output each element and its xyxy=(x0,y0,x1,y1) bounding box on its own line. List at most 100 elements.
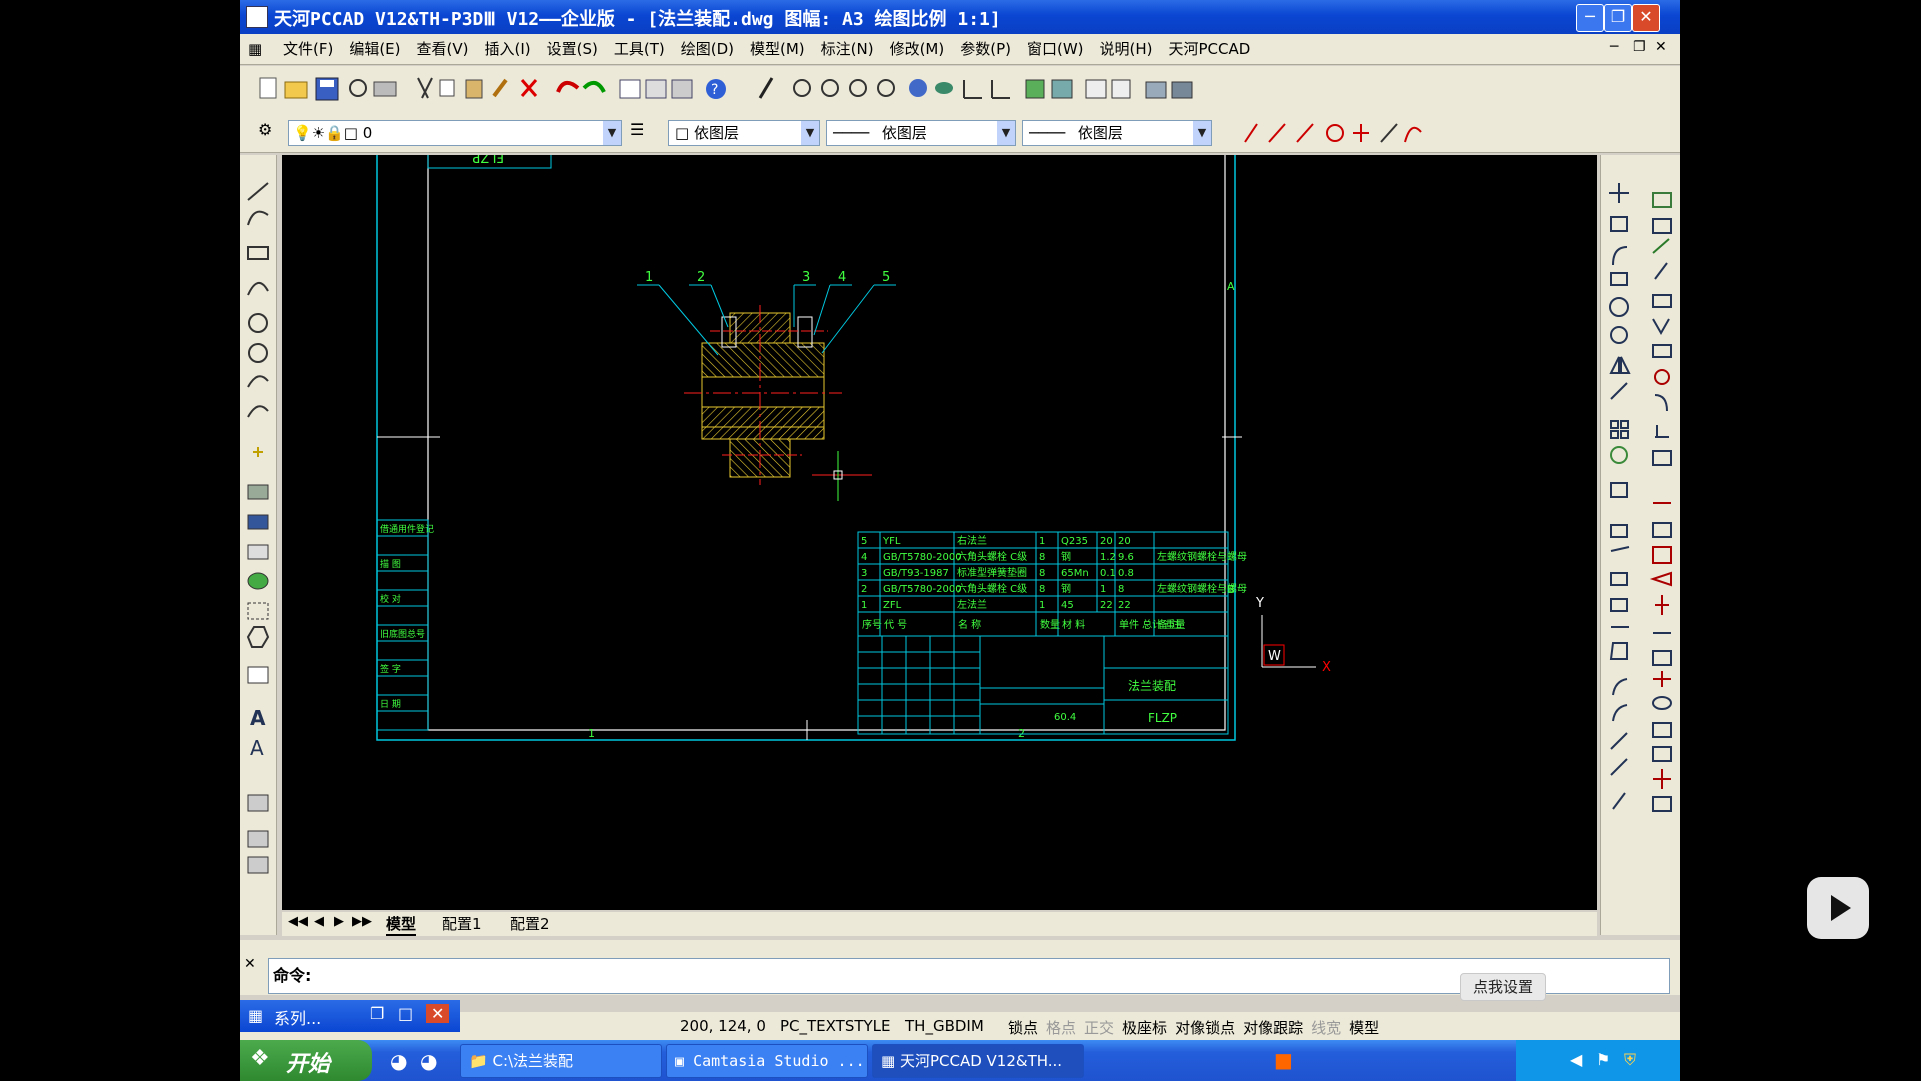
status-toggle-2[interactable]: 正交 xyxy=(1084,1019,1114,1037)
tooltip: 点我设置 xyxy=(1460,973,1546,1001)
status-toggle-7[interactable]: 模型 xyxy=(1349,1019,1379,1037)
menu-item-3[interactable]: 插入(I) xyxy=(476,34,538,63)
bom-cell: 标准型弹簧垫圈 xyxy=(957,566,1027,579)
minimize-button[interactable]: ─ xyxy=(1576,4,1604,32)
app-icon[interactable] xyxy=(246,6,268,28)
system-tray: ◀ ⚑ ⛨ xyxy=(1516,1040,1680,1081)
restore-button[interactable]: ❐ xyxy=(1604,4,1632,32)
task-explorer[interactable]: 📁 C:\法兰装配 xyxy=(460,1044,662,1078)
task-pccad[interactable]: ▦ 天河PCCAD V12&TH... xyxy=(872,1044,1084,1078)
tab-prev-icon[interactable]: ◀ xyxy=(314,914,324,929)
mini-app-icon: ▦ xyxy=(248,1006,264,1025)
status-toggle-5[interactable]: 对像跟踪 xyxy=(1243,1019,1303,1037)
mini-close-icon[interactable]: ✕ xyxy=(426,1004,450,1023)
status-toggle-6[interactable]: 线宽 xyxy=(1311,1019,1341,1037)
ie-icon[interactable]: ◕ xyxy=(390,1049,407,1073)
menu-item-4[interactable]: 设置(S) xyxy=(539,34,606,63)
bom-cell: 左螺纹钢螺栓与螺母 xyxy=(1157,582,1247,595)
tray-shield-icon[interactable]: ⛨ xyxy=(1624,1050,1636,1070)
draw-tools-icons[interactable] xyxy=(1235,116,1425,148)
properties-icon xyxy=(619,79,641,99)
layer-manager-icon[interactable]: ⚙ xyxy=(258,120,272,139)
menu-item-13[interactable]: 天河PCCAD xyxy=(1161,34,1259,63)
bom-cell: 4 xyxy=(861,552,867,563)
open-icon xyxy=(284,81,308,99)
menu-item-1[interactable]: 编辑(E) xyxy=(341,34,408,63)
quicklaunch-icon[interactable]: ◕ xyxy=(420,1049,437,1073)
bom-cell: 3 xyxy=(861,568,867,579)
lineweight-combo[interactable]: ──── 依图层 ▼ xyxy=(1022,120,1212,146)
sheet-border xyxy=(376,131,1236,741)
tab-next-icon[interactable]: ▶ xyxy=(334,914,344,929)
bom-cell: 钢 xyxy=(1061,550,1071,563)
bom-cell: 钢 xyxy=(1061,582,1071,595)
bom-cell: 1 xyxy=(861,600,867,611)
chevron-down-icon[interactable]: ▼ xyxy=(801,121,819,145)
menu-item-2[interactable]: 查看(V) xyxy=(409,34,477,63)
chevron-down-icon[interactable]: ▼ xyxy=(603,121,621,145)
mini-maximize-icon[interactable]: □ xyxy=(398,1004,413,1023)
bom-cell: 1.2 xyxy=(1100,552,1116,563)
coordinate-readout: 200, 124, 0 xyxy=(680,1017,766,1035)
bom-cell: ZFL xyxy=(883,600,902,611)
menu-item-12[interactable]: 说明(H) xyxy=(1092,34,1161,63)
standard-toolbar-icons[interactable]: ? xyxy=(240,66,1680,112)
viewport-icon xyxy=(1085,79,1107,99)
menu-item-8[interactable]: 标注(N) xyxy=(813,34,882,63)
doc-minimize-icon[interactable]: ─ xyxy=(1610,39,1618,55)
tab-layout2[interactable]: 配置2 xyxy=(510,913,550,934)
draw-toolbar: A A xyxy=(240,155,277,935)
color-combo[interactable]: □ 依图层 ▼ xyxy=(668,120,820,146)
modify-toolbar-icons[interactable] xyxy=(1601,155,1680,935)
ime-icon[interactable]: ■ xyxy=(1274,1048,1293,1072)
tab-model[interactable]: 模型 xyxy=(386,913,417,936)
chevron-down-icon[interactable]: ▼ xyxy=(1193,121,1211,145)
status-toggle-3[interactable]: 极座标 xyxy=(1122,1019,1167,1037)
tab-first-icon[interactable]: ◀◀ xyxy=(288,914,308,929)
doc-icon[interactable]: ▦ xyxy=(240,36,270,62)
minimized-window[interactable]: ▦ 系列... ❐ □ ✕ xyxy=(240,1000,460,1032)
status-toggle-0[interactable]: 锁点 xyxy=(1008,1019,1038,1037)
new-icon xyxy=(259,77,277,99)
chevron-down-icon[interactable]: ▼ xyxy=(997,121,1015,145)
drawing-svg[interactable]: FLZP1212AB借通用件登记描 图校 对旧底图总号签 字日 期123455Y… xyxy=(282,131,1597,910)
bom-cell: 2 xyxy=(861,584,867,595)
drawing-canvas[interactable]: FLZP1212AB借通用件登记描 图校 对旧底图总号签 字日 期123455Y… xyxy=(282,131,1597,910)
layer-combo[interactable]: 💡☀🔒□ 0 ▼ xyxy=(288,120,622,146)
undo-icon xyxy=(556,80,580,93)
shade-icon xyxy=(1025,79,1045,99)
menu-item-7[interactable]: 模型(M) xyxy=(742,34,813,63)
delete-icon xyxy=(520,79,538,97)
tray-arrow-icon[interactable]: ◀ xyxy=(1570,1050,1582,1069)
balloon-1: 2 xyxy=(697,270,705,285)
close-button[interactable]: ✕ xyxy=(1632,4,1660,32)
doc-close-icon[interactable]: ✕ xyxy=(1655,39,1667,55)
menu-item-6[interactable]: 绘图(D) xyxy=(673,34,742,63)
menu-item-9[interactable]: 修改(M) xyxy=(882,34,953,63)
task-camtasia[interactable]: ▣ Camtasia Studio ... xyxy=(666,1044,868,1078)
mini-restore-icon[interactable]: ❐ xyxy=(370,1004,384,1023)
tab-last-icon[interactable]: ▶▶ xyxy=(352,914,372,929)
status-toggle-1[interactable]: 格点 xyxy=(1046,1019,1076,1037)
left-stamp-3: 旧底图总号 xyxy=(380,628,425,640)
layer-previous-icon[interactable]: ☰ xyxy=(630,120,644,139)
command-close-icon[interactable]: ✕ xyxy=(244,956,256,972)
menu-item-10[interactable]: 参数(P) xyxy=(952,34,1019,63)
menu-item-5[interactable]: 工具(T) xyxy=(606,34,673,63)
standard-toolbar: ? xyxy=(240,66,1680,113)
linetype-combo[interactable]: ──── 依图层 ▼ xyxy=(826,120,1016,146)
status-toggle-4[interactable]: 对像锁点 xyxy=(1175,1019,1235,1037)
video-play-button[interactable] xyxy=(1807,877,1869,939)
orbit-icon xyxy=(909,79,927,97)
menu-item-0[interactable]: 文件(F) xyxy=(275,34,341,63)
lineweight-value: 依图层 xyxy=(1077,124,1123,142)
redo-icon xyxy=(582,80,606,93)
textstyle-readout: PC_TEXTSTYLE xyxy=(780,1017,891,1035)
draw-toolbar-icons[interactable]: A A xyxy=(240,155,276,935)
start-button[interactable]: ❖ 开始 xyxy=(240,1040,372,1081)
title-bar[interactable]: 天河PCCAD V12&TH-P3DⅢ V12——企业版 - [法兰装配.dwg… xyxy=(240,0,1680,34)
tray-flag-icon[interactable]: ⚑ xyxy=(1596,1050,1610,1069)
doc-restore-icon[interactable]: ❐ xyxy=(1633,39,1646,55)
tab-layout1[interactable]: 配置1 xyxy=(442,913,482,934)
menu-item-11[interactable]: 窗口(W) xyxy=(1019,34,1092,63)
